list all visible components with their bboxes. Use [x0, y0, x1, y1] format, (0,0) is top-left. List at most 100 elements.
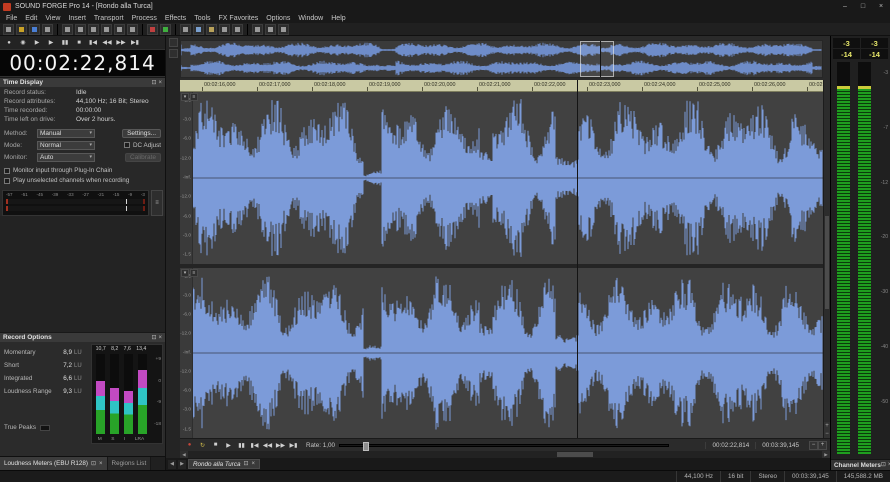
zoom-out-icon[interactable]: − [809, 440, 818, 450]
channel-right[interactable]: -1.5-3.0-6.0-12.0-Inf.-12.0-6.0-3.0-1.5 … [180, 268, 823, 438]
rate-slider[interactable] [339, 441, 670, 451]
horizontal-scrollbar[interactable]: ◀ ▶ [180, 451, 830, 458]
stop-button[interactable]: ■ [209, 440, 222, 451]
record-options-panel-header[interactable]: Record Options ⊡ × [0, 332, 165, 342]
tab-loudness-meters[interactable]: Loudness Meters (EBU R128) ⊡ × [0, 457, 108, 470]
edit-tool-icon[interactable] [180, 23, 191, 35]
maximize-button[interactable]: □ [854, 0, 872, 13]
copy-icon[interactable] [75, 23, 86, 35]
dc-adjust-checkbox[interactable] [124, 142, 130, 148]
ch1-wave[interactable] [192, 92, 823, 264]
close-button[interactable]: × [872, 0, 890, 13]
scroll-right-icon[interactable]: ▶ [822, 451, 830, 458]
record-meter-menu-icon[interactable]: ≡ [151, 190, 163, 216]
horizontal-scrollbar-thumb[interactable] [557, 452, 593, 457]
menu-file[interactable]: File [2, 15, 21, 22]
menu-edit[interactable]: Edit [21, 15, 41, 22]
tab-scroll-right-icon[interactable]: ▶ [178, 459, 186, 469]
minimize-button[interactable]: – [836, 0, 854, 13]
forward-button[interactable]: ▶▶ [114, 37, 128, 48]
stop-button[interactable]: ■ [72, 37, 86, 48]
zoom-in-icon[interactable]: + [818, 440, 827, 450]
menu-window[interactable]: Window [294, 15, 327, 22]
menu-process[interactable]: Process [128, 15, 161, 22]
pause-button[interactable]: ▮▮ [235, 440, 248, 451]
loop-playback-button[interactable]: ◉ [16, 37, 30, 48]
envelope-tool-icon[interactable] [219, 23, 230, 35]
render-as-icon[interactable] [42, 23, 53, 35]
open-icon[interactable] [16, 23, 27, 35]
record-button[interactable]: ● [2, 37, 16, 48]
go-to-end-button[interactable]: ▶▮ [287, 440, 300, 451]
timeline-ruler[interactable]: 00:02:16,000 00:02:17,000 00:02:18,000 00:0… [180, 80, 823, 92]
dock-panel-icon[interactable] [168, 49, 178, 58]
pin-icon[interactable]: ⊡ [91, 461, 96, 467]
channel-menu-icon[interactable]: ▾ [181, 93, 189, 101]
pin-icon[interactable]: ⊡ [881, 462, 886, 468]
mode-select[interactable]: Normal ▾ [37, 140, 95, 150]
scroll-left-icon[interactable]: ◀ [180, 451, 188, 458]
close-panel-icon[interactable]: × [158, 335, 162, 341]
overview-view-window[interactable] [580, 41, 614, 77]
pause-button[interactable]: ▮▮ [58, 37, 72, 48]
method-select[interactable]: Manual ▾ [37, 128, 95, 138]
monitor-chain-checkbox[interactable] [4, 167, 10, 174]
menu-transport[interactable]: Transport [90, 15, 128, 22]
magnify-tool-icon[interactable] [193, 23, 204, 35]
channel-menu-icon[interactable]: ▾ [181, 269, 189, 277]
pin-icon[interactable]: ⊡ [151, 80, 156, 86]
menu-help[interactable]: Help [327, 15, 349, 22]
rewind-button[interactable]: ◀◀ [100, 37, 114, 48]
rewind-button[interactable]: ◀◀ [261, 440, 274, 451]
play-unselected-checkbox[interactable] [4, 177, 10, 184]
play-unselected-row[interactable]: Play unselected channels when recording [0, 176, 165, 185]
event-tool-icon[interactable] [232, 23, 243, 35]
trim-icon[interactable] [101, 23, 112, 35]
ch2-wave[interactable] [192, 268, 823, 438]
channel-meters-header[interactable]: Channel Meters ⊡ × [831, 459, 890, 470]
undo-icon[interactable] [114, 23, 125, 35]
collapse-panel-icon[interactable] [168, 38, 178, 47]
menu-tools[interactable]: Tools [190, 15, 214, 22]
vertical-scrollbar[interactable]: + − [823, 80, 830, 438]
monitor-select[interactable]: Auto ▾ [37, 152, 95, 162]
menu-view[interactable]: View [41, 15, 64, 22]
go-to-end-button[interactable]: ▶▮ [128, 37, 142, 48]
close-tab-icon[interactable]: × [99, 461, 103, 467]
calibrate-button[interactable]: Calibrate [124, 152, 161, 162]
play-device-icon[interactable] [160, 23, 171, 35]
menu-fx-favorites[interactable]: FX Favorites [215, 15, 263, 22]
cut-icon[interactable] [62, 23, 73, 35]
close-panel-icon[interactable]: × [158, 80, 162, 86]
overview-bar[interactable] [180, 40, 823, 78]
pin-icon[interactable]: ⊡ [244, 461, 249, 467]
settings-button[interactable]: Settings... [122, 128, 161, 138]
vertical-scrollbar-thumb[interactable] [825, 216, 829, 310]
loop-playback-button[interactable]: ↻ [196, 440, 209, 451]
channel-tools-icon[interactable]: ≡ [190, 93, 198, 101]
go-to-start-button[interactable]: ▮◀ [86, 37, 100, 48]
redo-icon[interactable] [127, 23, 138, 35]
record-icon[interactable] [147, 23, 158, 35]
tab-scroll-left-icon[interactable]: ◀ [168, 459, 176, 469]
play-button[interactable]: ▶ [44, 37, 58, 48]
record-button[interactable]: ● [183, 440, 196, 451]
forward-button[interactable]: ▶▶ [274, 440, 287, 451]
document-tab[interactable]: Rondo alla Turca ⊡ × [188, 459, 261, 469]
paste-icon[interactable] [88, 23, 99, 35]
pin-icon[interactable]: ⊡ [151, 335, 156, 341]
new-file-icon[interactable] [3, 23, 14, 35]
play-button[interactable]: ▶ [222, 440, 235, 451]
playhead-cursor[interactable] [577, 80, 578, 438]
time-display-panel-header[interactable]: Time Display ⊡ × [0, 77, 165, 87]
save-icon[interactable] [29, 23, 40, 35]
monitor-chain-row[interactable]: Monitor input through Plug-In Chain [0, 166, 165, 175]
snap-icon[interactable] [252, 23, 263, 35]
channel-tools-icon[interactable]: ≡ [190, 269, 198, 277]
menu-effects[interactable]: Effects [161, 15, 190, 22]
rate-slider-thumb[interactable] [363, 441, 370, 451]
play-all-button[interactable]: ▶ [30, 37, 44, 48]
pencil-tool-icon[interactable] [206, 23, 217, 35]
help-icon[interactable] [278, 23, 289, 35]
close-tab-icon[interactable]: × [252, 461, 256, 467]
